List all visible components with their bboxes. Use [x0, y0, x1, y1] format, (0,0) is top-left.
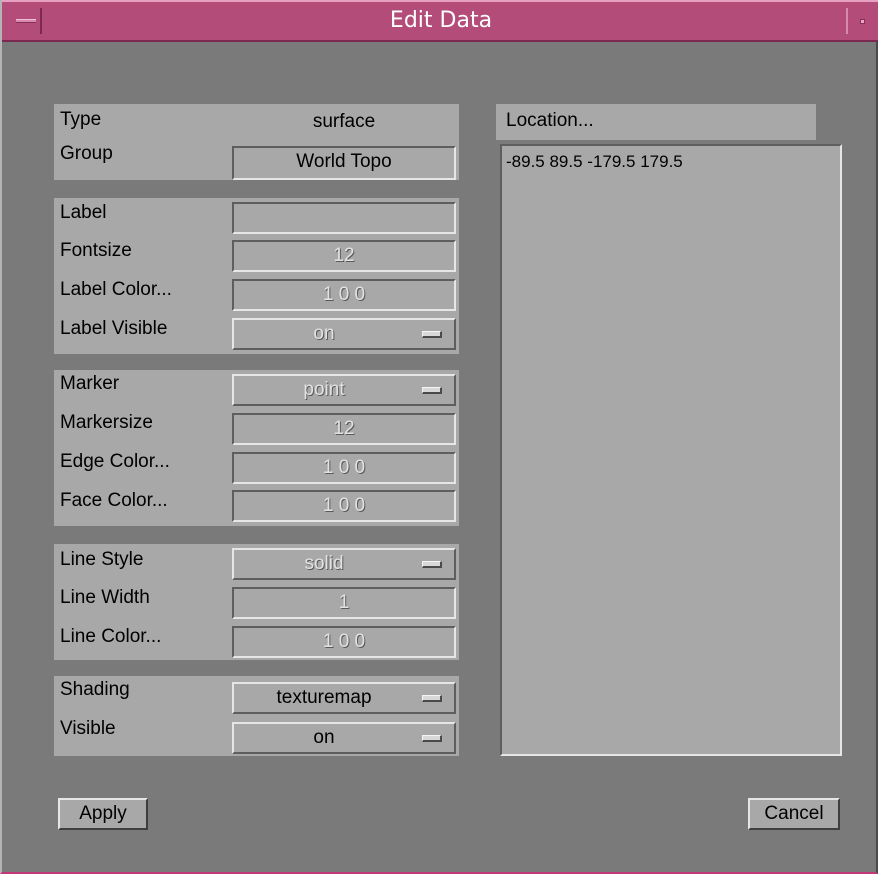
markersize-field[interactable]: 12: [232, 413, 456, 445]
visible-label: Visible: [60, 718, 116, 739]
marker-value: point: [303, 379, 345, 400]
label-color-field[interactable]: 1 0 0: [232, 279, 456, 311]
line-style-option[interactable]: solid: [232, 548, 456, 580]
line-color-label[interactable]: Line Color...: [60, 626, 161, 648]
option-menu-indicator-icon: [422, 387, 442, 394]
fontsize-label: Fontsize: [60, 240, 132, 261]
edge-color-label[interactable]: Edge Color...: [60, 451, 170, 473]
label-visible-label: Label Visible: [60, 318, 168, 339]
type-value: surface: [232, 106, 456, 138]
marker-option[interactable]: point: [232, 374, 456, 406]
line-style-value: solid: [304, 553, 344, 574]
edit-data-window: Edit Data Type Group surface World Topo …: [0, 0, 878, 874]
option-menu-indicator-icon: [422, 331, 442, 338]
edge-color-field[interactable]: 1 0 0: [232, 452, 456, 484]
line-style-label: Line Style: [60, 549, 144, 570]
label-visible-value: on: [313, 323, 335, 344]
markersize-label: Markersize: [60, 412, 153, 433]
minimize-button[interactable]: [846, 8, 876, 34]
line-color-field[interactable]: 1 0 0: [232, 626, 456, 658]
location-text-area[interactable]: -89.5 89.5 -179.5 179.5: [500, 144, 842, 756]
type-group-panel: Type Group surface World Topo: [54, 104, 459, 180]
visible-value: on: [313, 727, 335, 748]
option-menu-indicator-icon: [422, 735, 442, 742]
shading-label: Shading: [60, 679, 130, 700]
title-bar[interactable]: Edit Data: [2, 0, 878, 42]
face-color-label[interactable]: Face Color...: [60, 490, 168, 512]
type-label: Type: [60, 109, 102, 130]
option-menu-indicator-icon: [422, 695, 442, 702]
label-field[interactable]: [232, 202, 456, 234]
label-visible-option[interactable]: on: [232, 318, 456, 350]
fontsize-field[interactable]: 12: [232, 240, 456, 272]
marker-label: Marker: [60, 373, 120, 394]
line-width-label: Line Width: [60, 587, 150, 608]
marker-group-panel: Marker Markersize Edge Color... Face Col…: [54, 370, 459, 526]
label-group-panel: Label Fontsize Label Color... Label Visi…: [54, 198, 459, 354]
option-menu-indicator-icon: [422, 561, 442, 568]
window-title: Edit Data: [389, 8, 493, 33]
location-button[interactable]: Location...: [496, 104, 816, 140]
visible-option[interactable]: on: [232, 722, 456, 754]
label-color-label[interactable]: Label Color...: [60, 279, 172, 301]
face-color-field[interactable]: 1 0 0: [232, 490, 456, 522]
minimize-icon: [860, 19, 865, 24]
cancel-button[interactable]: Cancel: [748, 798, 840, 830]
shading-value: texturemap: [276, 687, 372, 708]
shading-group-panel: Shading Visible texturemap on: [54, 676, 459, 756]
shading-option[interactable]: texturemap: [232, 682, 456, 714]
group-label: Group: [60, 143, 113, 164]
apply-button[interactable]: Apply: [58, 798, 148, 830]
line-group-panel: Line Style Line Width Line Color... soli…: [54, 544, 459, 660]
line-width-field[interactable]: 1: [232, 587, 456, 619]
group-field[interactable]: World Topo: [232, 146, 456, 180]
label-label: Label: [60, 202, 107, 223]
